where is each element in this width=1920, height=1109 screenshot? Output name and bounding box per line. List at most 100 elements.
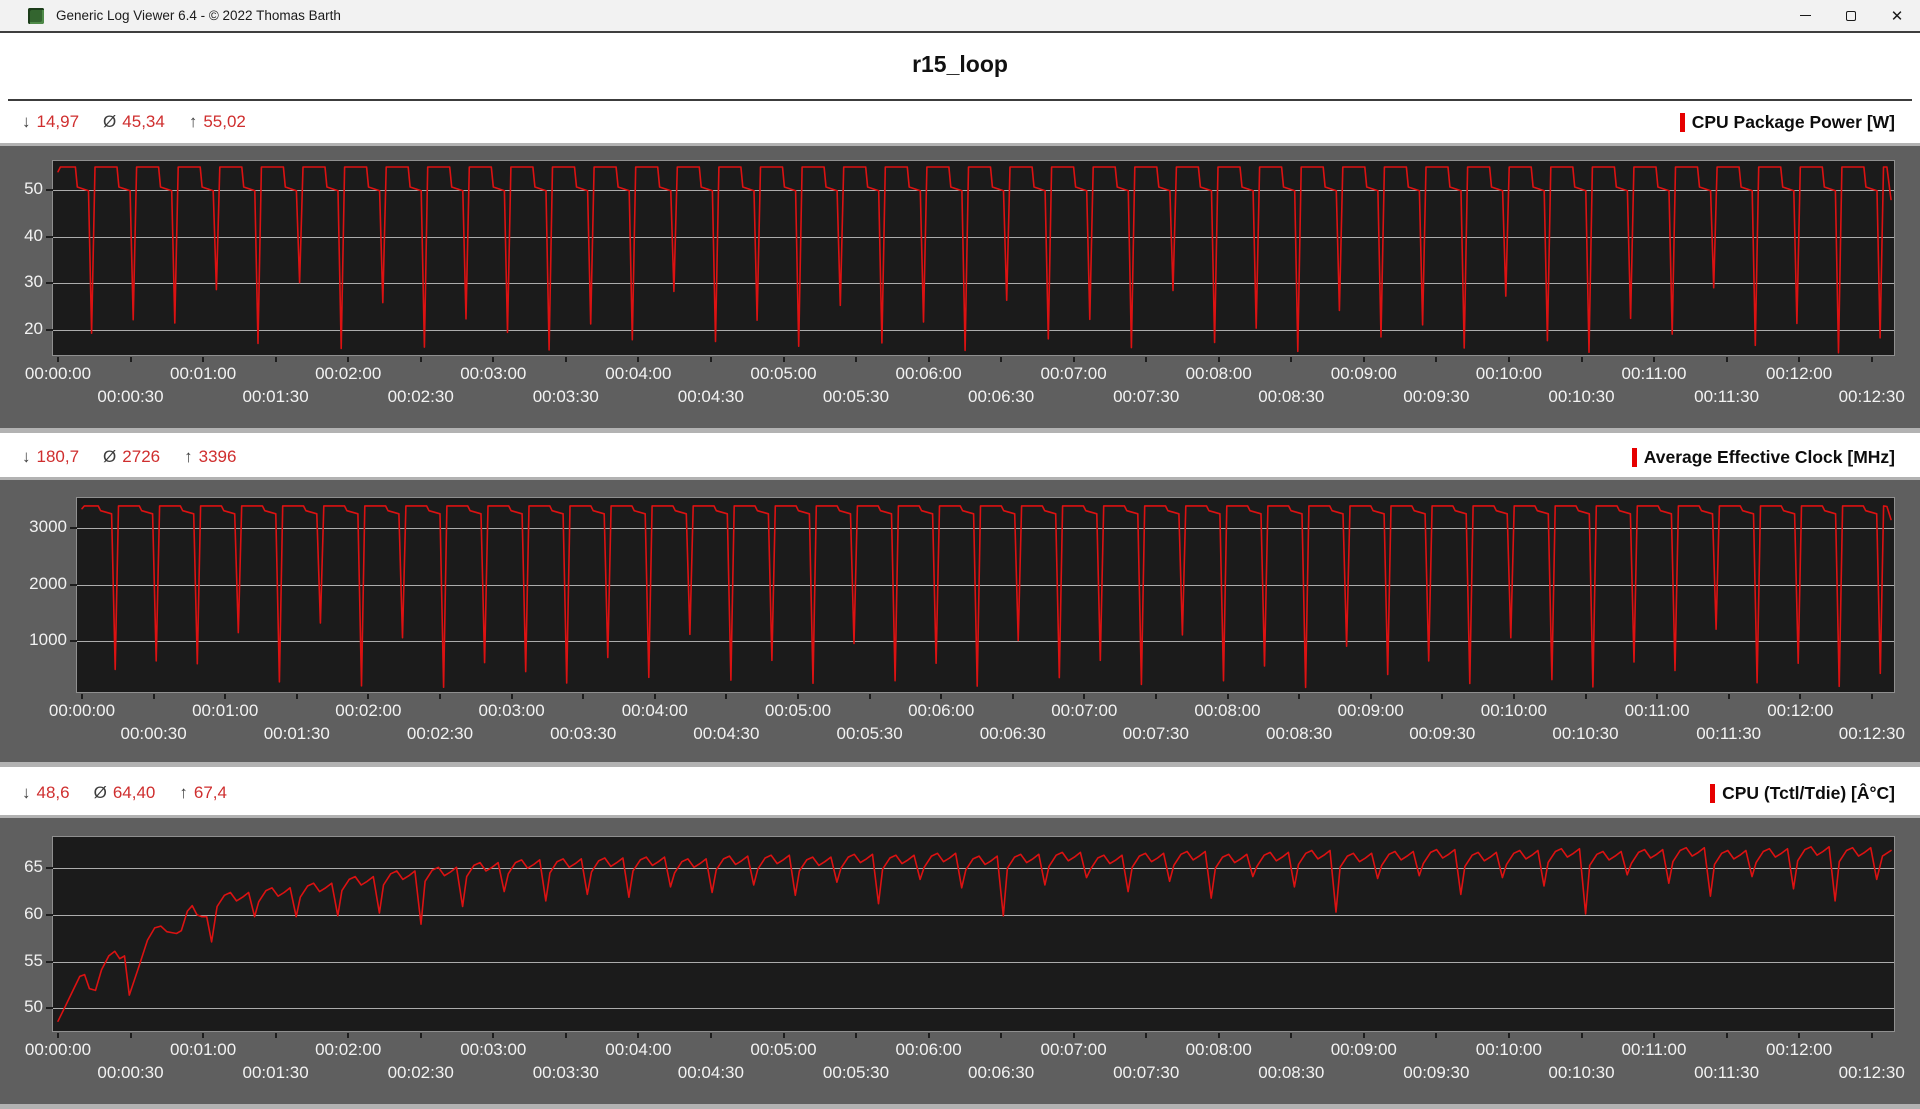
y-tick-mark: [70, 640, 77, 643]
y-tick-label: 30: [24, 272, 43, 292]
x-tick-mark: [927, 1033, 930, 1038]
max-arrow-icon: ↑: [179, 783, 188, 802]
y-tick-label: 1000: [29, 630, 67, 650]
x-tick-mark: [129, 1033, 132, 1038]
y-tick-mark: [46, 913, 53, 916]
x-tick-mark: [564, 1033, 567, 1038]
min-arrow-icon: ↓: [22, 447, 31, 466]
x-tick-label: 00:02:30: [406, 724, 474, 743]
x-tick-mark: [274, 357, 277, 362]
stat-avg-value: 45,34: [122, 112, 165, 131]
x-tick-mark: [1290, 1033, 1293, 1038]
x-tick-label: 00:00:30: [97, 1063, 164, 1082]
x-tick-label: 00:12:00: [1767, 701, 1834, 720]
x-tick-mark: [637, 357, 640, 362]
chart-title: CPU Package Power [W]: [1691, 111, 1895, 132]
series-svg: [81, 505, 1892, 689]
window-title: Generic Log Viewer 6.4 - © 2022 Thomas B…: [56, 8, 341, 23]
y-tick-mark: [46, 282, 53, 285]
page-title: r15_loop: [912, 51, 1008, 77]
x-tick-label: 00:01:30: [263, 724, 330, 743]
x-tick-label: 00:12:00: [1766, 1040, 1833, 1059]
stat-min-value: 180,7: [36, 447, 80, 466]
x-tick-label: 00:05:00: [750, 364, 817, 383]
x-tick-label: 00:09:30: [1403, 387, 1470, 406]
x-tick-mark: [782, 1033, 785, 1038]
x-tick-label: 00:09:00: [1337, 701, 1404, 720]
x-tick-label: 00:04:00: [605, 1040, 672, 1059]
x-tick-label: 00:08:00: [1194, 701, 1261, 720]
chart-title: Average Effective Clock [MHz]: [1643, 446, 1895, 467]
x-tick-label: 00:06:00: [895, 364, 962, 383]
x-tick-label: 00:07:30: [1122, 724, 1189, 743]
x-tick-label: 00:08:30: [1258, 387, 1325, 406]
x-tick-label: 00:10:00: [1475, 1040, 1542, 1059]
x-tick-label: 00:07:00: [1051, 701, 1118, 720]
x-tick-label: 00:00:00: [48, 701, 116, 720]
y-tick-label: 2000: [29, 573, 67, 593]
stats-row-cpu-package-power: ↓ 14,97 Ø 45,34 ↑ 55,02 CPU Package Powe…: [0, 101, 1920, 143]
x-tick-mark: [1154, 694, 1157, 699]
x-tick-label: 00:03:00: [460, 1040, 527, 1059]
maximize-button[interactable]: [1828, 0, 1874, 31]
x-tick-mark: [1217, 357, 1220, 362]
x-tick-mark: [1580, 1033, 1583, 1038]
min-arrow-icon: ↓: [22, 783, 31, 802]
x-tick-mark: [1653, 357, 1655, 362]
x-tick-mark: [1145, 357, 1148, 362]
x-tick-label: 00:12:00: [1766, 364, 1833, 383]
x-tick-label: 00:04:00: [605, 364, 672, 383]
max-arrow-icon: ↑: [188, 112, 198, 131]
x-tick-label: 00:01:00: [170, 1040, 237, 1059]
x-tick-label: 00:02:30: [387, 387, 454, 406]
x-tick-mark: [1000, 357, 1003, 362]
x-tick-label: 00:07:30: [1113, 387, 1180, 406]
chart-panel-cpu-temperature: 50 55 60 65 00:00:00 00:01:00 00:02:00 00:03:00…: [0, 815, 1920, 1109]
plot-area-cpu-package-power[interactable]: 20 30 40 50 00:00:00 00:01:00 00:02:00 00:03:00…: [24, 160, 1905, 406]
stats-values: ↓ 48,6 Ø 64,40 ↑ 67,4: [22, 783, 227, 803]
stats-values: ↓ 14,97 Ø 45,34 ↑ 55,02: [22, 112, 246, 132]
log-header: r15_loop: [0, 35, 1920, 99]
x-tick-label: 00:12:30: [1838, 724, 1905, 743]
y-tick-mark: [46, 328, 53, 331]
plot-area-effective-clock[interactable]: 1000 2000 3000 00:00:00 00:01:00 00:02:00 00:0…: [29, 497, 1905, 743]
x-tick-label: 00:11:30: [1694, 387, 1760, 406]
window-controls: ✕: [1782, 0, 1920, 31]
x-tick-label: 00:09:30: [1409, 724, 1476, 743]
generic-log-viewer-window: Generic Log Viewer 6.4 - © 2022 Thomas B…: [0, 0, 1920, 1109]
x-tick-mark: [367, 694, 370, 699]
x-tick-mark: [637, 1033, 640, 1038]
x-tick-mark: [725, 694, 728, 699]
x-tick-label: 00:07:30: [1113, 1063, 1180, 1082]
series-color-bar: [1679, 112, 1685, 132]
x-tick-mark: [1584, 694, 1587, 699]
x-tick-label: 00:01:30: [242, 387, 309, 406]
x-tick-mark: [1507, 357, 1510, 362]
x-tick-mark: [582, 694, 585, 699]
x-tick-mark: [274, 1033, 277, 1038]
x-tick-label: 00:08:30: [1258, 1063, 1325, 1082]
x-tick-mark: [1507, 1033, 1510, 1038]
plot-area-cpu-temperature[interactable]: 50 55 60 65 00:00:00 00:01:00 00:02:00 00:03:00…: [24, 836, 1905, 1082]
stat-avg-value: 64,40: [112, 783, 156, 802]
stats-row-effective-clock: ↓ 180,7 Ø 2726 ↑ 3396 Average Effective …: [0, 437, 1920, 477]
x-tick-mark: [1362, 1033, 1365, 1038]
stats-row-cpu-temperature: ↓ 48,6 Ø 64,40 ↑ 67,4 CPU (Tctl/Tdie) [Â…: [0, 771, 1920, 815]
x-tick-mark: [81, 694, 83, 699]
chart-legend: CPU Package Power [W]: [1679, 111, 1895, 133]
x-tick-label: 00:03:00: [478, 701, 545, 720]
x-tick-mark: [927, 357, 930, 362]
y-tick-label: 3000: [29, 517, 67, 536]
minimize-button[interactable]: [1782, 0, 1828, 31]
x-tick-label: 00:10:30: [1548, 387, 1615, 406]
x-tick-label: 00:05:00: [764, 701, 832, 720]
x-tick-mark: [1435, 1033, 1438, 1038]
close-button[interactable]: ✕: [1874, 0, 1920, 31]
x-tick-mark: [1798, 357, 1801, 362]
x-tick-mark: [1072, 1033, 1075, 1038]
series-svg: [57, 846, 1892, 1022]
x-tick-mark: [152, 694, 155, 699]
x-tick-mark: [202, 357, 205, 362]
x-tick-label: 00:09:00: [1330, 1040, 1397, 1059]
x-tick-label: 00:05:00: [750, 1040, 817, 1059]
